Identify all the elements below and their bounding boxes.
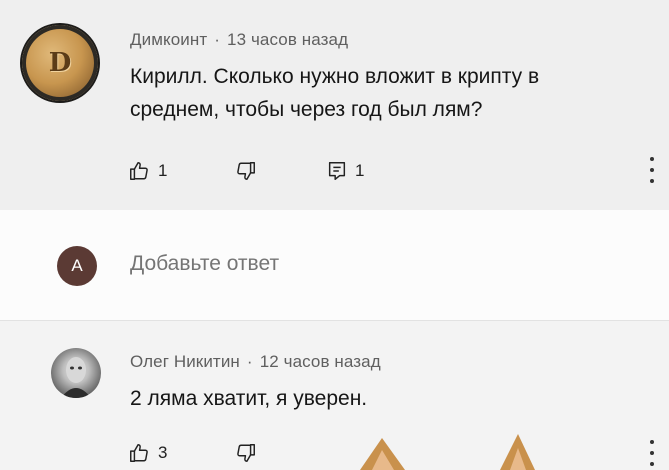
like-count: 3 xyxy=(158,443,168,462)
comment-meta: Димкоинт · 13 часов назад xyxy=(130,30,348,50)
dislike-button[interactable] xyxy=(235,160,257,182)
meta-separator: · xyxy=(214,30,221,49)
user-photo-icon xyxy=(61,357,91,398)
cat-ears-image xyxy=(360,434,535,470)
avatar[interactable]: A xyxy=(57,246,97,286)
thumbs-up-icon xyxy=(130,444,148,462)
like-count: 1 xyxy=(158,161,168,180)
comment-text: Кирилл. Сколько нужно вложит в крипту в … xyxy=(130,60,539,126)
comment-author[interactable]: Олег Никитин xyxy=(130,352,240,371)
comment-timestamp[interactable]: 13 часов назад xyxy=(227,30,348,49)
avatar-letter: D xyxy=(48,48,72,78)
thumbs-down-icon xyxy=(237,444,255,462)
meta-separator: · xyxy=(246,352,253,371)
more-options-icon[interactable] xyxy=(644,440,660,466)
like-button[interactable]: 3 xyxy=(128,442,167,464)
comment-text-line: Кирилл. Сколько нужно вложит в крипту в xyxy=(130,65,540,88)
thumbs-down-icon xyxy=(237,162,255,180)
more-options-icon[interactable] xyxy=(644,157,660,183)
dislike-button[interactable] xyxy=(235,442,257,464)
comment-text-line: среднем, чтобы через год был лям? xyxy=(130,98,483,121)
comment-meta: Олег Никитин · 12 часов назад xyxy=(130,352,381,372)
comment-text: 2 ляма хватит, я уверен. xyxy=(130,387,368,410)
reply-input[interactable] xyxy=(130,252,610,276)
dogecoin-icon[interactable]: D xyxy=(22,25,98,101)
like-button[interactable]: 1 xyxy=(128,160,167,182)
comment-author[interactable]: Димкоинт xyxy=(130,30,207,49)
reply-count: 1 xyxy=(355,161,365,180)
replies-button[interactable]: 1 xyxy=(327,160,364,182)
reply-icon xyxy=(328,162,346,180)
thumbs-up-icon xyxy=(130,162,148,180)
user-avatar-photo[interactable] xyxy=(51,348,101,398)
comment-timestamp[interactable]: 12 часов назад xyxy=(260,352,381,371)
